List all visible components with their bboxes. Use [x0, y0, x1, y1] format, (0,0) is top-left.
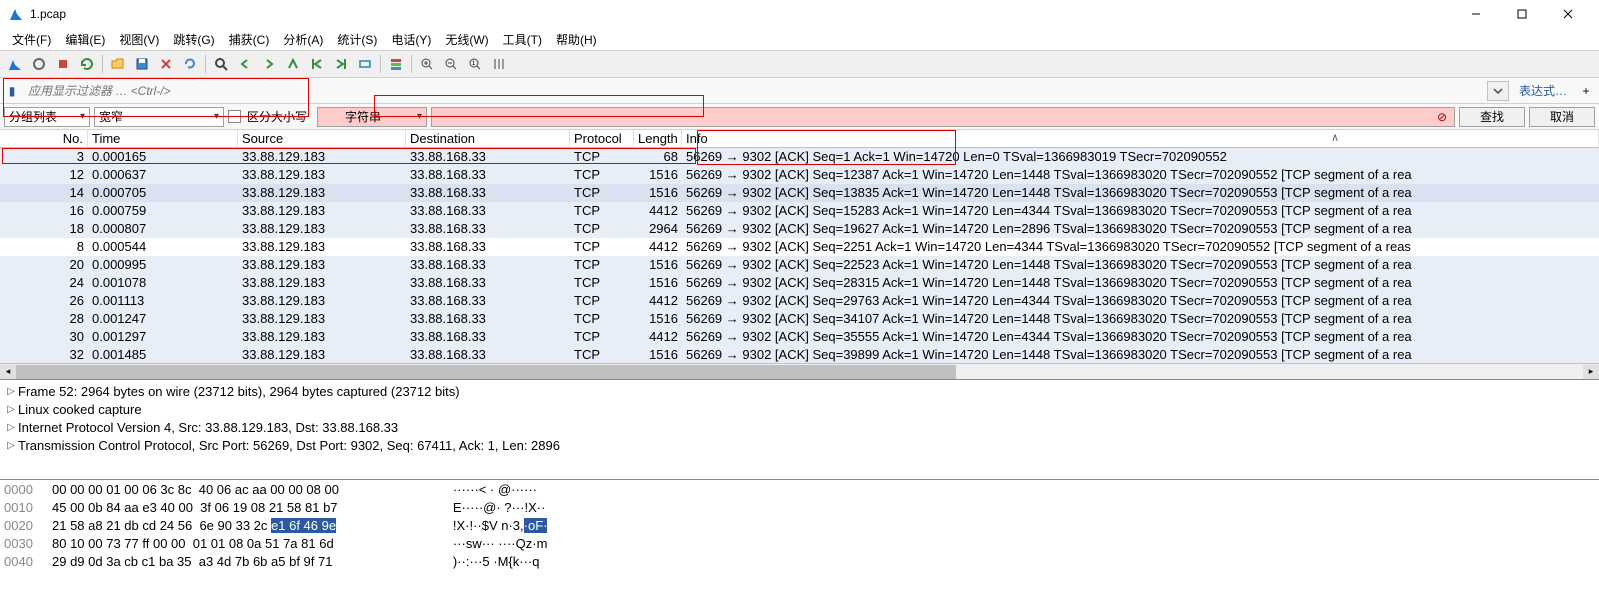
arrow-left-icon[interactable]	[234, 53, 256, 75]
stop-icon[interactable]	[52, 53, 74, 75]
search-scope-select[interactable]: 分组列表	[4, 107, 90, 127]
restart-icon[interactable]	[76, 53, 98, 75]
bookmark-icon[interactable]: ▮	[4, 83, 20, 99]
expand-icon[interactable]: ▷	[4, 440, 18, 451]
packet-list-pane: No.TimeSourceDestinationProtocolLengthIn…	[0, 130, 1599, 380]
packet-row[interactable]: 180.00080733.88.129.18333.88.168.33TCP29…	[0, 220, 1599, 238]
shark-fin-icon	[8, 6, 24, 22]
find-button[interactable]: 查找	[1459, 107, 1525, 127]
case-sensitive-checkbox[interactable]	[228, 110, 241, 123]
expand-icon[interactable]: ▷	[4, 404, 18, 415]
filter-apply-button[interactable]	[1487, 81, 1509, 101]
tree-node[interactable]: ▷Transmission Control Protocol, Src Port…	[4, 436, 1595, 454]
search-icon[interactable]	[210, 53, 232, 75]
svg-text:1: 1	[472, 61, 476, 67]
packet-row[interactable]: 320.00148533.88.129.18333.88.168.33TCP15…	[0, 346, 1599, 363]
menu-item[interactable]: 编辑(E)	[59, 29, 111, 50]
resize-columns-icon[interactable]	[488, 53, 510, 75]
case-sensitive-label: 区分大小写	[247, 108, 307, 125]
menu-item[interactable]: 文件(F)	[6, 29, 57, 50]
colorize-icon[interactable]	[385, 53, 407, 75]
packet-row[interactable]: 200.00099533.88.129.18333.88.168.33TCP15…	[0, 256, 1599, 274]
auto-scroll-icon[interactable]	[354, 53, 376, 75]
packet-bytes-pane[interactable]: 000000 00 00 01 00 06 3c 8c 40 06 ac aa …	[0, 480, 1599, 613]
zoom-in-icon[interactable]	[416, 53, 438, 75]
menu-item[interactable]: 帮助(H)	[550, 29, 603, 50]
horizontal-scrollbar[interactable]: ◂▸	[0, 363, 1599, 379]
clear-search-icon[interactable]: ⊘	[1434, 109, 1450, 125]
packet-row[interactable]: 280.00124733.88.129.18333.88.168.33TCP15…	[0, 310, 1599, 328]
packet-details-pane[interactable]: ▷Frame 52: 2964 bytes on wire (23712 bit…	[0, 380, 1599, 480]
menu-item[interactable]: 工具(T)	[497, 29, 548, 50]
close-file-icon[interactable]	[155, 53, 177, 75]
search-width-select[interactable]: 宽窄	[94, 107, 224, 127]
go-last-icon[interactable]	[330, 53, 352, 75]
column-header[interactable]: Info	[682, 130, 1599, 147]
menu-item[interactable]: 跳转(G)	[167, 29, 220, 50]
menu-item[interactable]: 视图(V)	[113, 29, 165, 50]
hex-row[interactable]: 002021 58 a8 21 db cd 24 56 6e 90 33 2c …	[4, 518, 1595, 536]
packet-row[interactable]: 300.00129733.88.129.18333.88.168.33TCP44…	[0, 328, 1599, 346]
expand-icon[interactable]: ▷	[4, 422, 18, 433]
hex-row[interactable]: 003080 10 00 73 77 ff 00 00 01 01 08 0a …	[4, 536, 1595, 554]
column-header[interactable]: Length	[634, 130, 682, 147]
window-title: 1.pcap	[30, 7, 1453, 21]
column-header[interactable]: Source	[238, 130, 406, 147]
circle-icon[interactable]	[28, 53, 50, 75]
tree-node[interactable]: ▷Internet Protocol Version 4, Src: 33.88…	[4, 418, 1595, 436]
maximize-button[interactable]	[1499, 0, 1545, 28]
packet-row[interactable]: 160.00075933.88.129.18333.88.168.33TCP44…	[0, 202, 1599, 220]
packet-row[interactable]: 140.00070533.88.129.18333.88.168.33TCP15…	[0, 184, 1599, 202]
jump-icon[interactable]	[282, 53, 304, 75]
display-filter-input[interactable]	[24, 81, 1483, 101]
add-filter-button[interactable]: +	[1577, 82, 1595, 100]
expression-link[interactable]: 表达式…	[1513, 82, 1573, 99]
hex-row[interactable]: 001045 00 0b 84 aa e3 40 00 3f 06 19 08 …	[4, 500, 1595, 518]
search-input[interactable]: ⊘	[431, 107, 1455, 127]
zoom-reset-icon[interactable]: 1	[464, 53, 486, 75]
expand-icon[interactable]: ▷	[4, 386, 18, 397]
arrow-right-icon[interactable]	[258, 53, 280, 75]
column-header[interactable]: No.	[0, 130, 88, 147]
go-first-icon[interactable]	[306, 53, 328, 75]
column-header[interactable]: Destination	[406, 130, 570, 147]
menu-item[interactable]: 分析(A)	[277, 29, 329, 50]
cancel-button[interactable]: 取消	[1529, 107, 1595, 127]
hex-row[interactable]: 000000 00 00 01 00 06 3c 8c 40 06 ac aa …	[4, 482, 1595, 500]
packet-row[interactable]: 260.00111333.88.129.18333.88.168.33TCP44…	[0, 292, 1599, 310]
search-type-select[interactable]: 字符串	[317, 107, 427, 127]
packet-row[interactable]: 80.00054433.88.129.18333.88.168.33TCP441…	[0, 238, 1599, 256]
shark-fin-icon[interactable]	[4, 53, 26, 75]
close-button[interactable]	[1545, 0, 1591, 28]
menu-item[interactable]: 捕获(C)	[223, 29, 276, 50]
reload-icon[interactable]	[179, 53, 201, 75]
menu-item[interactable]: 统计(S)	[331, 29, 383, 50]
tree-node[interactable]: ▷Frame 52: 2964 bytes on wire (23712 bit…	[4, 382, 1595, 400]
column-header[interactable]: Protocol	[570, 130, 634, 147]
column-header[interactable]: Time	[88, 130, 238, 147]
packet-row[interactable]: 30.00016533.88.129.18333.88.168.33TCP685…	[0, 148, 1599, 166]
save-icon[interactable]	[131, 53, 153, 75]
hex-row[interactable]: 004029 d9 0d 3a cb c1 ba 35 a3 4d 7b 6b …	[4, 554, 1595, 572]
menu-item[interactable]: 无线(W)	[439, 29, 494, 50]
packet-row[interactable]: 240.00107833.88.129.18333.88.168.33TCP15…	[0, 274, 1599, 292]
menu-item[interactable]: 电话(Y)	[385, 29, 437, 50]
tree-node[interactable]: ▷Linux cooked capture	[4, 400, 1595, 418]
minimize-button[interactable]	[1453, 0, 1499, 28]
folder-open-icon[interactable]	[107, 53, 129, 75]
zoom-out-icon[interactable]	[440, 53, 462, 75]
packet-row[interactable]: 120.00063733.88.129.18333.88.168.33TCP15…	[0, 166, 1599, 184]
